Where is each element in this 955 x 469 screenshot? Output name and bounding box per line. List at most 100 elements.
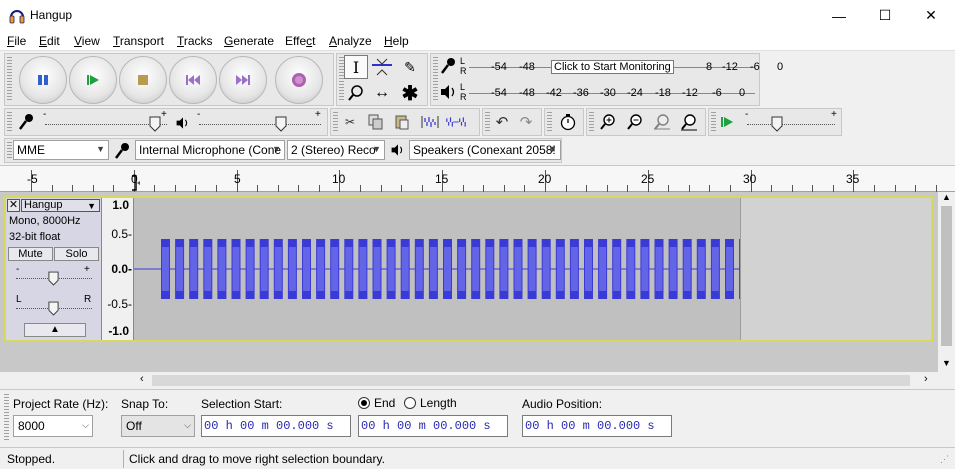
timeline-ruler[interactable]: -5 0 5 10 15 20 25 30 35 bbox=[0, 165, 955, 192]
audacity-logo-icon bbox=[9, 10, 25, 24]
playback-meter-button[interactable]: L R bbox=[439, 82, 469, 104]
snap-to-select[interactable]: Off ⌵ bbox=[121, 415, 195, 437]
scroll-down-icon[interactable]: ▼ bbox=[942, 358, 951, 368]
toolbar-grip[interactable] bbox=[485, 112, 490, 132]
trim-button[interactable] bbox=[419, 111, 441, 133]
vertical-scrollbar[interactable]: ▲ ▼ bbox=[938, 192, 955, 372]
copy-icon bbox=[368, 114, 383, 130]
playback-device-select[interactable]: Speakers (Conexant 2058! ▼ bbox=[409, 140, 561, 160]
minimize-button[interactable]: — bbox=[816, 0, 862, 31]
zoom-in-button[interactable] bbox=[597, 111, 619, 133]
scroll-left-icon[interactable]: ‹ bbox=[140, 373, 144, 385]
pan-slider[interactable]: L R bbox=[14, 294, 94, 316]
zoom-out-button[interactable] bbox=[624, 111, 646, 133]
redo-button[interactable]: ↷ bbox=[515, 111, 537, 133]
menu-analyze[interactable]: Analyze bbox=[329, 34, 372, 48]
fit-selection-button[interactable] bbox=[651, 111, 673, 133]
dropdown-triangle-icon: ▼ bbox=[87, 201, 96, 211]
zoom-tool[interactable] bbox=[344, 81, 368, 105]
slider-thumb-icon[interactable] bbox=[771, 116, 783, 132]
playback-meter[interactable]: -54 -48 -42 -36 -30 -24 -18 -12 -6 0 bbox=[469, 83, 755, 105]
toolbar-grip[interactable] bbox=[4, 394, 9, 440]
waveform-clip[interactable] bbox=[134, 198, 740, 340]
menu-generate[interactable]: Generate bbox=[224, 34, 274, 48]
envelope-tool[interactable] bbox=[370, 55, 394, 79]
toolbar-grip[interactable] bbox=[7, 57, 12, 102]
vertical-scroll-thumb[interactable] bbox=[941, 206, 952, 346]
slider-thumb-icon[interactable] bbox=[48, 301, 59, 316]
horizontal-scrollbar[interactable]: ‹ › bbox=[134, 372, 938, 389]
horizontal-scroll-thumb[interactable] bbox=[152, 375, 910, 386]
menu-help[interactable]: Help bbox=[384, 34, 409, 48]
undo-button[interactable]: ↶ bbox=[491, 111, 513, 133]
play-at-speed-button[interactable] bbox=[717, 111, 739, 133]
audio-host-select[interactable]: MME ▼ bbox=[13, 140, 109, 160]
menu-effect[interactable]: Effect bbox=[285, 34, 315, 48]
recording-channels-select[interactable]: 2 (Stereo) Reco ▼ bbox=[287, 140, 385, 160]
menu-transport[interactable]: Transport bbox=[113, 34, 164, 48]
scroll-up-icon[interactable]: ▲ bbox=[942, 192, 951, 202]
close-track-button[interactable]: ✕ bbox=[7, 199, 20, 212]
audio-position-time[interactable]: 00 h 00 m 00.000 s bbox=[522, 415, 672, 437]
project-rate-select[interactable]: 8000 ⌵ bbox=[13, 415, 93, 437]
toolbar-grip[interactable] bbox=[7, 142, 12, 159]
tone-burst-rms bbox=[317, 247, 325, 291]
toolbar-grip[interactable] bbox=[433, 57, 438, 102]
menu-help-label: elp bbox=[392, 34, 409, 48]
menu-edit[interactable]: Edit bbox=[39, 34, 60, 48]
scroll-right-icon[interactable]: › bbox=[924, 373, 928, 385]
toolbar-grip[interactable] bbox=[547, 112, 552, 132]
solo-button[interactable]: Solo bbox=[54, 247, 99, 261]
multi-tool[interactable]: ✱ bbox=[398, 81, 422, 105]
toolbar-grip[interactable] bbox=[711, 112, 716, 132]
toolbar-grip[interactable] bbox=[7, 112, 12, 132]
maximize-button[interactable]: ☐ bbox=[862, 0, 908, 31]
mute-button[interactable]: Mute bbox=[8, 247, 53, 261]
draw-tool[interactable]: ✎ bbox=[398, 55, 422, 79]
record-meter[interactable]: -54 -48 Click to Start Monitoring 8 -12 … bbox=[469, 57, 783, 79]
record-meter-button[interactable]: L R bbox=[439, 56, 469, 78]
tone-burst-rms bbox=[260, 247, 268, 291]
track-name-menu[interactable]: Hangup ▼ bbox=[21, 199, 100, 212]
stop-button[interactable] bbox=[119, 56, 167, 104]
playback-speed-slider[interactable]: - + bbox=[745, 109, 839, 133]
slider-thumb-icon[interactable] bbox=[48, 271, 59, 286]
playback-volume-slider[interactable]: - + bbox=[197, 109, 325, 133]
toolbar-grip[interactable] bbox=[589, 112, 594, 132]
start-monitoring-hint[interactable]: Click to Start Monitoring bbox=[551, 60, 674, 74]
silence-button[interactable] bbox=[445, 111, 467, 133]
slider-thumb-icon[interactable] bbox=[275, 116, 287, 132]
amplitude-ruler[interactable]: 1.0 0.5- 0.0- -0.5- -1.0 bbox=[101, 198, 134, 340]
selection-end-time[interactable]: 00 h 00 m 00.000 s bbox=[358, 415, 508, 437]
menu-tracks[interactable]: Tracks bbox=[177, 34, 213, 48]
empty-track-area[interactable] bbox=[740, 198, 931, 340]
end-radio[interactable] bbox=[358, 397, 370, 409]
track-control-panel[interactable]: ✕ Hangup ▼ Mono, 8000Hz 32-bit float Mut… bbox=[6, 198, 101, 340]
gain-slider[interactable]: - + bbox=[14, 264, 94, 288]
ruler-label: 15 bbox=[435, 172, 449, 186]
copy-button[interactable] bbox=[365, 111, 387, 133]
record-volume-slider[interactable]: - + bbox=[43, 109, 171, 133]
sync-lock-button[interactable] bbox=[557, 111, 579, 133]
menu-view[interactable]: View bbox=[74, 34, 100, 48]
selection-start-time[interactable]: 00 h 00 m 00.000 s bbox=[201, 415, 351, 437]
recording-device-select[interactable]: Internal Microphone (Cone ▼ bbox=[135, 140, 285, 160]
play-head-icon[interactable] bbox=[131, 174, 141, 192]
selection-tool[interactable]: I bbox=[344, 55, 368, 79]
toolbar-grip[interactable] bbox=[333, 112, 338, 132]
slider-thumb-icon[interactable] bbox=[149, 116, 161, 132]
time-shift-tool[interactable]: ↔ bbox=[370, 81, 394, 105]
skip-to-end-button[interactable] bbox=[219, 56, 267, 104]
skip-to-start-button[interactable] bbox=[169, 56, 217, 104]
pause-button[interactable] bbox=[19, 56, 67, 104]
close-button[interactable]: ✕ bbox=[908, 0, 954, 31]
paste-button[interactable] bbox=[391, 111, 413, 133]
resize-grip-icon[interactable]: ⋰ bbox=[940, 454, 949, 465]
fit-project-button[interactable] bbox=[678, 111, 700, 133]
record-button[interactable] bbox=[275, 56, 323, 104]
play-button[interactable] bbox=[69, 56, 117, 104]
length-radio[interactable] bbox=[404, 397, 416, 409]
menu-file[interactable]: File bbox=[7, 34, 26, 48]
collapse-track-button[interactable]: ▲ bbox=[24, 323, 86, 337]
cut-button[interactable]: ✂ bbox=[339, 111, 361, 133]
